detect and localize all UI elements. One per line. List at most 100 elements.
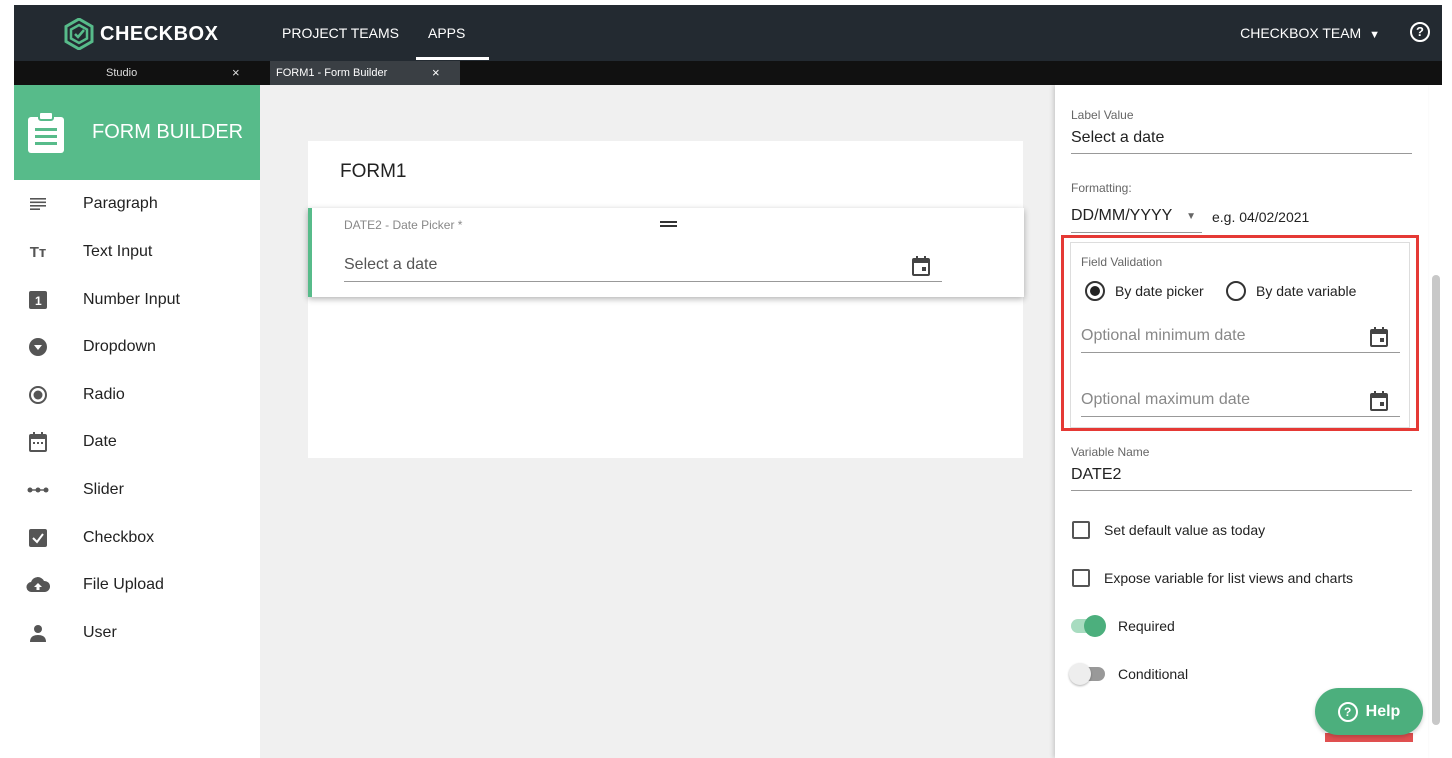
text-input-icon: Tт: [29, 243, 47, 261]
close-icon[interactable]: ×: [432, 61, 440, 85]
sidebar-item-file-upload[interactable]: File Upload: [14, 565, 260, 605]
sidebar-item-label: Number Input: [83, 291, 180, 308]
tab-label: FORM1 - Form Builder: [276, 67, 388, 79]
user-icon: [26, 624, 50, 642]
top-navbar: CHECKBOX PROJECT TEAMS APPS CHECKBOX TEA…: [14, 5, 1442, 61]
field-validation-group: Field Validation By date picker By date …: [1070, 242, 1410, 428]
radio-button[interactable]: [1085, 281, 1105, 301]
tab-label: Studio: [106, 67, 138, 79]
properties-panel: Label Value Select a date Formatting: DD…: [1055, 85, 1428, 758]
radio-button[interactable]: [1226, 281, 1246, 301]
team-name: CHECKBOX TEAM: [1240, 25, 1362, 41]
radio-icon: [26, 385, 50, 405]
sidebar-title: FORM BUILDER: [92, 121, 244, 143]
sidebar-item-radio[interactable]: Radio: [14, 375, 260, 415]
sidebar-item-label: Dropdown: [83, 338, 156, 355]
upload-icon: [26, 577, 50, 593]
sidebar-item-dropdown[interactable]: Dropdown: [14, 327, 260, 367]
toggle-label: Conditional: [1118, 666, 1189, 682]
sidebar-item-label: File Upload: [83, 576, 164, 593]
toggle-label: Required: [1118, 618, 1175, 634]
question-circle-icon: ?: [1337, 701, 1358, 722]
variable-name-input[interactable]: DATE2: [1071, 466, 1121, 484]
calendar-icon[interactable]: [1370, 391, 1388, 416]
form-title: FORM1: [340, 161, 407, 182]
variable-name-caption: Variable Name: [1071, 445, 1150, 459]
checkbox-label: Expose variable for list views and chart…: [1104, 570, 1353, 586]
checkbox-label: Set default value as today: [1104, 522, 1266, 538]
underline: [1071, 153, 1412, 154]
sidebar-header: FORM BUILDER: [14, 85, 260, 180]
field-validation-caption: Field Validation: [1081, 255, 1163, 269]
dropdown-icon: [26, 337, 50, 357]
sidebar-item-label: Slider: [83, 481, 124, 498]
radio-label: By date picker: [1115, 283, 1204, 299]
toggle-switch[interactable]: [1071, 615, 1106, 637]
sidebar-item-slider[interactable]: Slider: [14, 470, 260, 510]
toggle-knob: [1069, 663, 1091, 685]
paragraph-icon: [26, 198, 50, 210]
sidebar-item-label: Radio: [83, 386, 125, 403]
toggle-knob: [1084, 615, 1106, 637]
checkbox[interactable]: [1072, 521, 1090, 539]
sidebar-item-label: Paragraph: [83, 195, 158, 212]
field-label: DATE2 - Date Picker *: [344, 218, 463, 232]
caret-down-icon: ▼: [1369, 29, 1380, 41]
checkbox[interactable]: [1072, 569, 1090, 587]
sidebar-item-label: Checkbox: [83, 529, 155, 546]
format-example: e.g. 04/02/2021: [1212, 209, 1310, 225]
number-input-icon: 1: [26, 291, 50, 309]
max-date-input[interactable]: Optional maximum date: [1081, 387, 1400, 417]
label-value-caption: Label Value: [1071, 108, 1134, 122]
clipboard-icon: [28, 110, 64, 153]
sidebar-item-number-input[interactable]: 1 Number Input: [14, 280, 260, 320]
checkbox-logo[interactable]: CHECKBOX: [64, 18, 218, 50]
date-input[interactable]: Select a date: [344, 256, 942, 282]
tab-studio[interactable]: Studio ×: [14, 61, 260, 85]
help-label: Help: [1365, 702, 1401, 720]
format-value: DD/MM/YYYY: [1071, 207, 1173, 224]
format-select[interactable]: DD/MM/YYYY ▼: [1071, 207, 1202, 233]
max-date-placeholder: Optional maximum date: [1081, 391, 1250, 408]
radio-label: By date variable: [1256, 283, 1357, 299]
sidebar-item-text-input[interactable]: Tт Text Input: [14, 232, 260, 272]
date-input-placeholder: Select a date: [344, 256, 438, 273]
question-circle-icon[interactable]: ?: [1410, 22, 1430, 42]
form-builder-sidebar: FORM BUILDER Paragraph Tт Text Input 1 N…: [14, 85, 260, 758]
field-validation-highlight: Field Validation By date picker By date …: [1061, 235, 1419, 431]
help-button[interactable]: ? Help: [1315, 688, 1423, 735]
sidebar-item-label: Text Input: [83, 243, 153, 260]
form-canvas: FORM1 DATE2 - Date Picker * Select a dat…: [260, 85, 1055, 758]
form-card: FORM1: [308, 141, 1023, 458]
drag-handle-icon[interactable]: [660, 221, 677, 227]
sidebar-item-date[interactable]: Date: [14, 422, 260, 462]
label-value-input[interactable]: Select a date: [1071, 129, 1164, 147]
panel-scrollbar[interactable]: [1432, 275, 1440, 725]
calendar-icon[interactable]: [912, 256, 930, 281]
team-menu[interactable]: CHECKBOX TEAM ▼: [1240, 5, 1380, 63]
checkbox-logo-icon: [64, 18, 94, 50]
date-picker-field[interactable]: DATE2 - Date Picker * Select a date: [308, 208, 1024, 297]
tab-bar: Studio × FORM1 - Form Builder ×: [14, 61, 1442, 85]
sidebar-item-checkbox[interactable]: Checkbox: [14, 518, 260, 558]
calendar-icon[interactable]: [1370, 327, 1388, 352]
svg-text:1: 1: [35, 294, 42, 308]
brand-name: CHECKBOX: [100, 22, 219, 45]
slider-icon: [26, 486, 50, 494]
min-date-input[interactable]: Optional minimum date: [1081, 323, 1400, 353]
underline: [1071, 490, 1412, 491]
sidebar-item-label: User: [83, 624, 117, 641]
tab-form-builder[interactable]: FORM1 - Form Builder ×: [270, 61, 460, 85]
date-icon: [26, 432, 50, 452]
toggle-switch[interactable]: [1069, 663, 1105, 685]
min-date-placeholder: Optional minimum date: [1081, 327, 1246, 344]
sidebar-item-user[interactable]: User: [14, 613, 260, 653]
sidebar-item-label: Date: [83, 433, 117, 450]
sidebar-item-paragraph[interactable]: Paragraph: [14, 184, 260, 224]
checkbox-icon: [26, 529, 50, 547]
nav-project-teams[interactable]: PROJECT TEAMS: [282, 5, 399, 61]
formatting-caption: Formatting:: [1071, 181, 1132, 195]
close-icon[interactable]: ×: [232, 61, 240, 85]
caret-down-icon: ▼: [1186, 211, 1196, 222]
nav-apps[interactable]: APPS: [415, 5, 490, 61]
